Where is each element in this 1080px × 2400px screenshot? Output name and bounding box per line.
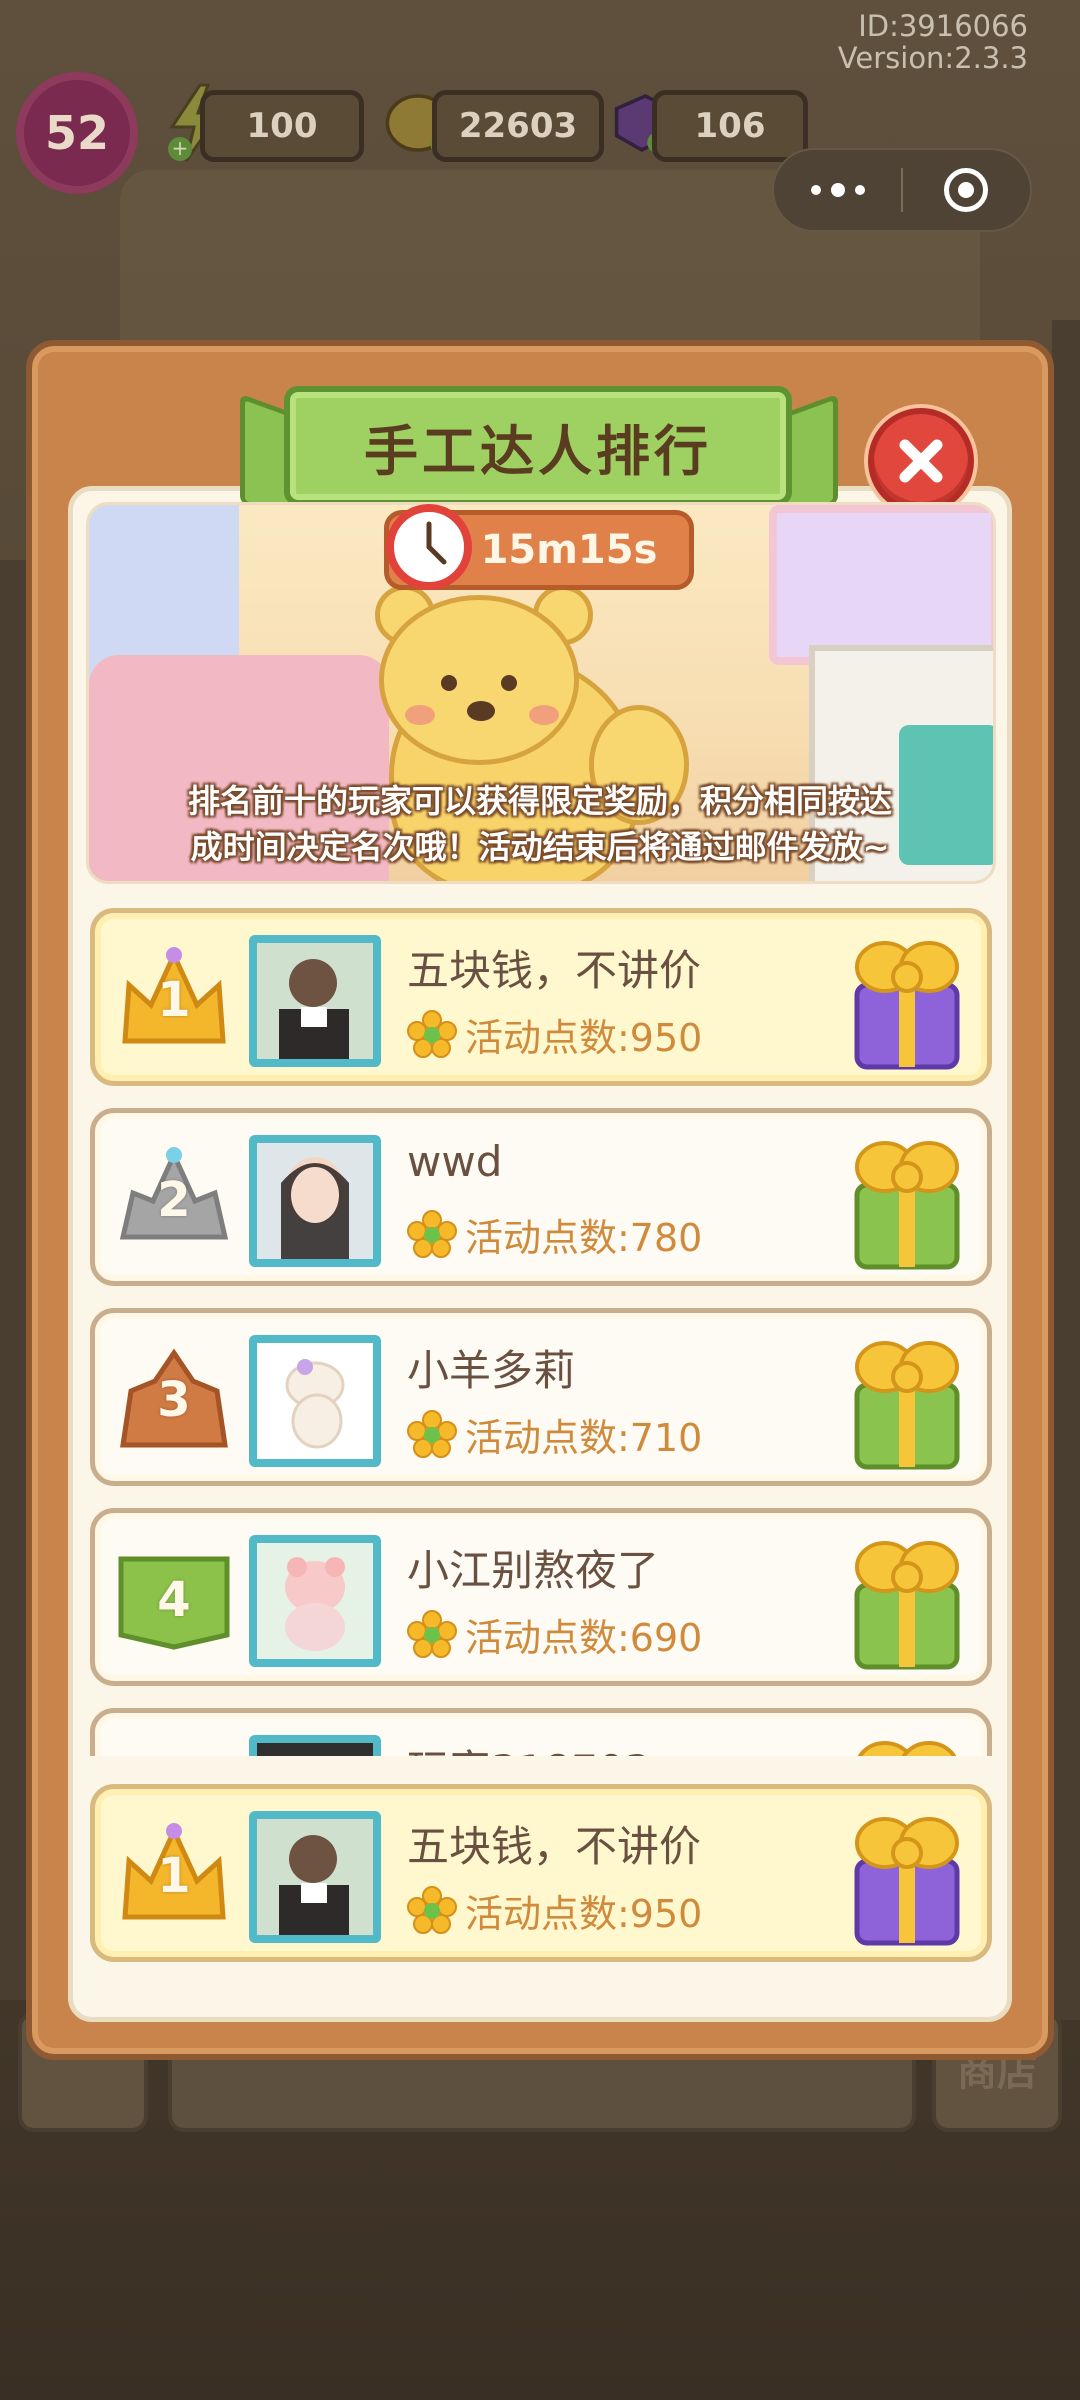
ranking-list[interactable]: 1 五块钱，不讲价 活动点数:950 2 wwd 活动点数:780 3 小羊多莉… <box>86 904 996 1756</box>
rank-flag-icon: 4 <box>115 1541 233 1659</box>
svg-text:+: + <box>172 136 189 160</box>
purple-gift-icon[interactable] <box>847 925 967 1075</box>
version-text: Version:2.3.3 <box>837 41 1028 75</box>
clock-icon <box>386 504 472 590</box>
more-dots-icon <box>810 185 821 195</box>
activity-points: 活动点数:950 <box>407 1007 702 1062</box>
my-rank-row[interactable]: 1 五块钱，不讲价 活动点数:950 <box>90 1784 992 1962</box>
player-name: 五块钱，不讲价 <box>407 946 702 995</box>
miniprogram-capsule <box>772 148 1032 232</box>
rank-flag-icon <box>115 1741 233 1756</box>
player-name: 小江别熬夜了 <box>407 1546 660 1595</box>
avatar <box>249 1335 381 1467</box>
crown-gold-icon: 1 <box>115 1817 233 1935</box>
energy-counter[interactable]: 100 <box>200 90 364 162</box>
green-gift-icon[interactable] <box>847 1125 967 1275</box>
more-menu-button[interactable] <box>774 150 901 230</box>
rank-number: 4 <box>157 1572 191 1628</box>
coins-counter[interactable]: 22603 <box>432 90 604 162</box>
green-gift-icon[interactable] <box>847 1725 967 1756</box>
background-side-left <box>0 560 28 2000</box>
close-button[interactable] <box>868 408 974 514</box>
ranking-row[interactable]: 3 小羊多莉 活动点数:710 <box>90 1308 992 1486</box>
avatar <box>249 1811 381 1943</box>
exit-miniprogram-button[interactable] <box>903 150 1030 230</box>
player-name: 五块钱，不讲价 <box>407 1822 702 1871</box>
activity-points: 活动点数:710 <box>407 1407 702 1462</box>
event-description: 排名前十的玩家可以获得限定奖励，积分相同按达 成时间决定名次哦！活动结束后将通过… <box>187 782 892 866</box>
avatar <box>249 1535 381 1667</box>
id-version-info: ID:3916066 Version:2.3.3 <box>838 10 1028 74</box>
target-circle-icon <box>944 168 989 212</box>
rank-number: 2 <box>157 1172 191 1228</box>
rank-number: 1 <box>157 972 191 1028</box>
player-name: 玩家318703 <box>407 1737 651 1756</box>
rank-number: 1 <box>157 1848 191 1904</box>
flower-icon <box>407 1009 457 1058</box>
avatar <box>249 1135 381 1267</box>
rank-number: 3 <box>157 1372 191 1428</box>
green-gift-icon[interactable] <box>847 1325 967 1475</box>
level-number: 52 <box>44 106 109 160</box>
title-banner: 手工达人排行 <box>284 386 792 506</box>
player-name: wwd <box>407 1137 503 1186</box>
activity-points: 活动点数:690 <box>407 1607 702 1662</box>
flower-icon <box>407 1409 457 1458</box>
player-id: ID:3916066 <box>858 9 1028 43</box>
ranking-row-partial[interactable]: 玩家318703 <box>90 1708 992 1756</box>
timer-text: 15m15s <box>480 527 658 573</box>
modal-title: 手工达人排行 <box>364 419 712 483</box>
activity-points: 活动点数:780 <box>407 1207 702 1262</box>
crown-gold-icon: 1 <box>115 941 233 1059</box>
green-gift-icon[interactable] <box>847 1525 967 1675</box>
purple-gift-icon[interactable] <box>847 1801 967 1951</box>
flower-icon <box>407 1609 457 1658</box>
avatar <box>249 1735 381 1756</box>
background-side-right <box>1052 320 1080 2020</box>
ranking-row[interactable]: 2 wwd 活动点数:780 <box>90 1108 992 1286</box>
ranking-row[interactable]: 1 五块钱，不讲价 活动点数:950 <box>90 908 992 1086</box>
flower-icon <box>407 1885 457 1934</box>
player-name: 小羊多莉 <box>407 1346 576 1395</box>
close-icon <box>899 439 943 483</box>
avatar <box>249 935 381 1067</box>
level-badge: 52 <box>16 72 138 194</box>
flower-icon <box>407 1209 457 1258</box>
ranking-row[interactable]: 4 小江别熬夜了 活动点数:690 <box>90 1508 992 1686</box>
crown-silver-icon: 2 <box>115 1141 233 1259</box>
crown-bronze-icon: 3 <box>115 1341 233 1459</box>
activity-points: 活动点数:950 <box>407 1883 702 1938</box>
